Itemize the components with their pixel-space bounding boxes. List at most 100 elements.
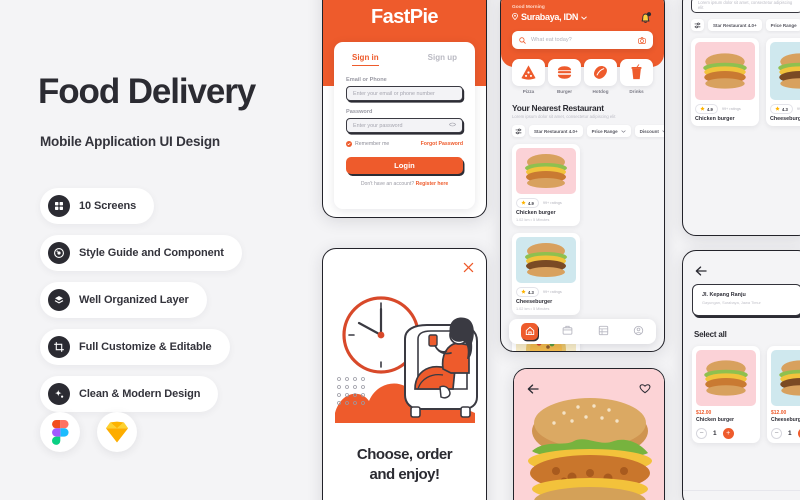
list-card-grid: 4.9 99+ ratings Chicken burger 4.3 99+ r… bbox=[691, 38, 800, 126]
restaurant-card[interactable]: 4.9 99+ ratings Chicken burger bbox=[691, 38, 759, 126]
list-filter-row: Star Restaurant 4.0+ Price Range bbox=[691, 19, 800, 31]
tool-logos bbox=[40, 412, 137, 452]
restaurant-card[interactable]: 4.9 99+ ratings Chicken burger 1.02 km •… bbox=[512, 144, 580, 226]
filter-label: Price Range bbox=[770, 22, 797, 28]
home-icon bbox=[525, 323, 535, 341]
onboarding-title-line1: Choose, order bbox=[356, 446, 453, 463]
filter-row: Star Restaurant 4.0+ Price Range Discoun… bbox=[512, 125, 664, 137]
decrease-quantity-button[interactable]: − bbox=[696, 428, 707, 439]
search-input[interactable]: What eat today? bbox=[512, 31, 653, 49]
tab-sign-in[interactable]: Sign in bbox=[352, 53, 379, 66]
item-name: Chicken burger bbox=[696, 417, 735, 423]
screen-product-detail bbox=[513, 368, 665, 500]
rating-row: 4.3 99+ ratings bbox=[770, 104, 800, 114]
feature-pill-style-guide[interactable]: Style Guide and Component bbox=[40, 235, 242, 271]
filter-discount[interactable]: Discount bbox=[634, 125, 664, 137]
cart-item-grid: $12.00 Chicken burger − 1 + $12.00 Chees… bbox=[692, 346, 800, 443]
select-all-label[interactable]: Select all bbox=[694, 330, 727, 339]
restaurant-meta: 1.02 km • 5 Minutes bbox=[516, 218, 550, 222]
search-icon bbox=[519, 31, 526, 49]
heart-icon[interactable] bbox=[639, 381, 651, 399]
delivery-address-card[interactable]: Jl. Kepang Ranju Gayungan, Surabaya, Jaw… bbox=[692, 284, 800, 316]
remember-me-checkbox[interactable]: Remember me bbox=[346, 141, 389, 147]
password-placeholder: Enter your password bbox=[353, 122, 403, 129]
filter-star-rating[interactable]: Star Restaurant 4.0+ bbox=[529, 125, 583, 137]
page-title: Food Delivery bbox=[38, 72, 256, 111]
cart-item[interactable]: $12.00 Cheeseburger − 1 + bbox=[767, 346, 800, 443]
grid-icon bbox=[48, 195, 70, 217]
category-row: Pizza Burger Hotdog Drinks bbox=[512, 59, 653, 94]
category-hotdog[interactable]: Hotdog bbox=[584, 59, 617, 94]
restaurant-meta: 1.02 km • 5 Minutes bbox=[516, 307, 550, 311]
email-field[interactable]: Enter your email or phone number bbox=[346, 86, 463, 101]
bell-icon[interactable] bbox=[639, 11, 652, 30]
star-icon bbox=[775, 106, 780, 112]
feature-label: Well Organized Layer bbox=[79, 294, 189, 306]
onboarding-title-line2: and enjoy! bbox=[369, 465, 440, 483]
rating-row: 4.9 99+ ratings bbox=[516, 198, 576, 208]
chevron-down-icon bbox=[581, 12, 587, 22]
nav-menu-button[interactable] bbox=[598, 323, 609, 341]
figma-logo bbox=[40, 412, 80, 452]
sliders-icon[interactable] bbox=[691, 19, 704, 31]
back-arrow-icon[interactable] bbox=[695, 263, 707, 281]
login-card: Sign in Sign up Email or Phone Enter you… bbox=[334, 42, 475, 209]
rating-value: 4.3 bbox=[782, 106, 788, 112]
cart-item[interactable]: $12.00 Chicken burger − 1 + bbox=[692, 346, 760, 443]
screen-login: FastPie Sign in Sign up Email or Phone E… bbox=[322, 0, 487, 218]
greeting-text: Good Morning bbox=[512, 5, 545, 10]
burger-icon bbox=[548, 59, 581, 86]
quantity-stepper: − 1 + bbox=[771, 428, 800, 439]
password-field-label: Password bbox=[346, 109, 373, 115]
filter-price-range[interactable]: Price Range bbox=[586, 125, 631, 137]
decrease-quantity-button[interactable]: − bbox=[771, 428, 782, 439]
filter-star-rating[interactable]: Star Restaurant 4.0+ bbox=[708, 19, 762, 31]
onboarding-title: Choose, order and enjoy! bbox=[323, 445, 486, 485]
login-meta-row: Remember me Forgot Password bbox=[346, 141, 463, 147]
item-name: Cheeseburger bbox=[771, 417, 800, 423]
eye-icon[interactable] bbox=[449, 122, 456, 129]
quantity-stepper: − 1 + bbox=[696, 428, 756, 439]
hotdog-icon bbox=[584, 59, 617, 86]
sliders-icon[interactable] bbox=[512, 125, 525, 137]
feature-pill-customize[interactable]: Full Customize & Editable bbox=[40, 329, 230, 365]
food-photo bbox=[770, 42, 800, 100]
category-burger[interactable]: Burger bbox=[548, 59, 581, 94]
email-field-label: Email or Phone bbox=[346, 77, 387, 83]
feature-label: Clean & Modern Design bbox=[79, 388, 201, 400]
filter-price-range[interactable]: Price Range bbox=[765, 19, 800, 31]
food-photo bbox=[516, 148, 576, 194]
sketch-logo bbox=[97, 412, 137, 452]
tab-sign-up[interactable]: Sign up bbox=[428, 53, 457, 66]
list-search-field[interactable]: Lorem ipsum dolor sit amet, consectetur … bbox=[691, 0, 800, 13]
rating-badge: 4.3 bbox=[516, 287, 539, 297]
filter-label: Star Restaurant 4.0+ bbox=[713, 22, 757, 28]
category-pizza[interactable]: Pizza bbox=[512, 59, 545, 94]
intro-panel: Food Delivery Mobile Application UI Desi… bbox=[0, 0, 320, 500]
category-drinks[interactable]: Drinks bbox=[620, 59, 653, 94]
restaurant-card[interactable]: 4.3 99+ ratings Cheeseburger bbox=[766, 38, 800, 126]
nav-orders-button[interactable] bbox=[562, 323, 573, 341]
feature-pill-screens[interactable]: 10 Screens bbox=[40, 188, 155, 224]
camera-icon[interactable] bbox=[638, 31, 646, 49]
feature-list: 10 Screens Style Guide and Component Wel… bbox=[40, 188, 242, 423]
feature-pill-layers[interactable]: Well Organized Layer bbox=[40, 282, 207, 318]
increase-quantity-button[interactable]: + bbox=[722, 428, 734, 439]
location-selector[interactable]: Surabaya, IDN bbox=[512, 12, 587, 22]
back-arrow-icon[interactable] bbox=[527, 381, 539, 399]
nav-profile-button[interactable] bbox=[633, 323, 644, 341]
password-field[interactable]: Enter your password bbox=[346, 118, 463, 133]
register-link[interactable]: Register here bbox=[416, 181, 449, 187]
location-label: Surabaya, IDN bbox=[521, 12, 579, 22]
remember-me-label: Remember me bbox=[355, 141, 390, 147]
food-photo bbox=[516, 237, 576, 283]
item-price: $12.00 bbox=[771, 410, 787, 416]
nav-home-button[interactable] bbox=[521, 323, 539, 341]
screen-cart: Jl. Kepang Ranju Gayungan, Surabaya, Jaw… bbox=[682, 250, 800, 500]
restaurant-name: Chicken burger bbox=[516, 210, 556, 216]
login-button[interactable]: Login bbox=[346, 157, 463, 174]
forgot-password-link[interactable]: Forgot Password bbox=[421, 141, 463, 147]
rating-value: 4.9 bbox=[707, 106, 713, 112]
feature-pill-modern-design[interactable]: Clean & Modern Design bbox=[40, 376, 219, 412]
restaurant-card[interactable]: 4.3 99+ ratings Cheeseburger 1.02 km • 5… bbox=[512, 233, 580, 315]
